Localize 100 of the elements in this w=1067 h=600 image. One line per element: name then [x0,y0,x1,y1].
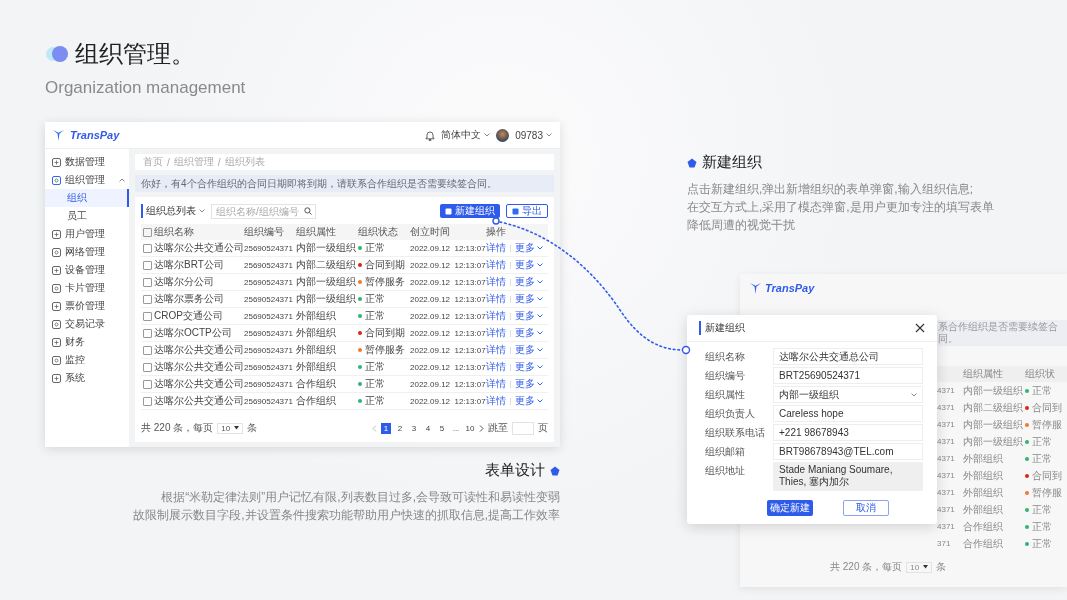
checkbox[interactable] [143,243,152,253]
more-link[interactable]: 更多 [515,275,543,289]
sidebar-item[interactable]: 网络管理 [45,243,129,261]
details-link[interactable]: 详情 [486,394,506,408]
page-button[interactable]: 5 [437,422,447,434]
status-text: 正常 [1032,383,1052,398]
details-link[interactable]: 详情 [486,241,506,255]
sidebar-item[interactable]: 监控 [45,351,129,369]
confirm-button[interactable]: 确定新建 [767,500,813,516]
circles-icon [45,45,69,63]
details-link[interactable]: 详情 [486,326,506,340]
page-button[interactable]: 1 [381,422,391,434]
more-link[interactable]: 更多 [515,309,543,323]
logo-icon [53,129,64,141]
square-icon [512,207,519,215]
checkbox[interactable] [143,396,152,406]
cancel-button[interactable]: 取消 [843,500,889,516]
table-cell-text: 合作组织 [963,519,1004,534]
table-cell-text: 25690524371 [244,345,294,355]
list-dropdown[interactable]: 组织总列表 [141,204,205,218]
search-icon[interactable] [304,207,312,215]
caret-icon [537,399,543,403]
checkbox[interactable] [143,227,152,237]
more-link[interactable]: 更多 [515,241,543,255]
more-link[interactable]: 更多 [515,377,543,391]
caret-icon [537,382,543,386]
export-button[interactable]: 导出 [506,204,548,218]
page-button[interactable]: ... [451,422,461,434]
details-link[interactable]: 详情 [486,360,506,374]
details-link[interactable]: 详情 [486,292,506,306]
status-text: 合同到期 [365,326,405,340]
details-link[interactable]: 详情 [486,343,506,357]
more-link[interactable]: 更多 [515,360,543,374]
user-menu[interactable]: 09783 [515,129,552,141]
status-text: 暂停服 [1032,417,1062,432]
checkbox[interactable] [143,260,152,270]
language-dropdown[interactable]: 简体中文 [441,128,491,142]
checkbox[interactable] [143,328,152,338]
next-icon[interactable] [479,424,484,432]
caret-icon [199,209,205,213]
create-button[interactable]: 新建组织 [440,204,500,218]
checkbox[interactable] [143,277,152,287]
table-cell-text: 4371 [937,403,956,412]
status-text: 正常 [365,309,385,323]
more-link[interactable]: 更多 [515,326,543,340]
checkbox[interactable] [143,362,152,372]
more-link[interactable]: 更多 [515,343,543,357]
jump-label: 跳至 [488,421,508,435]
status-text: 合同到期 [365,258,405,272]
sidebar-item[interactable]: 卡片管理 [45,279,129,297]
sidebar-item[interactable]: 票价管理 [45,297,129,315]
page-input[interactable] [512,421,534,435]
search-field[interactable]: 组织名称/组织编号 [211,203,316,219]
page-button[interactable]: 2 [395,422,405,434]
sidebar-item[interactable]: 组织管理 [45,171,129,189]
more-link[interactable]: 更多 [515,258,543,272]
sidebar-item[interactable]: 财务 [45,333,129,351]
details-link[interactable]: 详情 [486,275,506,289]
details-link[interactable]: 详情 [486,258,506,272]
input-field[interactable]: BRT98678943@TEL.com [773,443,923,460]
checkbox[interactable] [143,345,152,355]
page-button[interactable]: 3 [409,422,419,434]
sidebar-item[interactable]: 交易记录 [45,315,129,333]
table-cell-text: 内部一级组织 [963,417,1024,432]
sidebar-item[interactable]: 系统 [45,369,129,387]
input-field[interactable]: +221 98678943 [773,424,923,441]
field-label: 组织负责人 [705,407,756,421]
sidebar-item[interactable]: 用户管理 [45,225,129,243]
more-link[interactable]: 更多 [515,394,543,408]
bell-icon[interactable] [425,129,436,141]
sidebar-item[interactable]: 员工 [45,207,129,225]
sidebar-item[interactable]: 数据管理 [45,153,129,171]
input-field[interactable]: Careless hope [773,405,923,422]
close-icon[interactable] [915,323,925,333]
textarea-field[interactable]: Stade Maniang Soumare, Thies, 塞内加尔 [773,462,923,491]
status-text: 正常 [1032,434,1052,449]
table-cell: 2022.09.12 12:13:07 [410,294,486,304]
field-label: 组织编号 [705,369,746,383]
more-link[interactable]: 更多 [515,292,543,306]
checkbox[interactable] [143,379,152,389]
avatar-icon[interactable] [496,128,510,142]
input-field[interactable]: 达喀尔公共交通总公司 [773,348,923,365]
sidebar-item[interactable]: 组织 [45,189,129,207]
details-link[interactable]: 详情 [486,377,506,391]
column-header: 创立时间 [410,225,451,239]
details-link[interactable]: 详情 [486,309,506,323]
caret-icon [537,263,543,267]
column-header: 组织属性 [963,367,1004,381]
section-title: 表单设计 [485,461,545,480]
checkbox[interactable] [143,294,152,304]
input-field[interactable]: BRT25690524371 [773,367,923,384]
checkbox[interactable] [143,311,152,321]
table-cell-text: 外部组织 [296,360,337,374]
page-size-select[interactable]: 10 [906,561,933,573]
sidebar-item[interactable]: 设备管理 [45,261,129,279]
select-field[interactable]: 内部一级组织 [773,386,923,403]
page-button[interactable]: 4 [423,422,433,434]
table-cell-text: 25690524371 [244,328,294,338]
page-button[interactable]: 10 [465,422,475,434]
page-size-select[interactable]: 10 [217,422,244,434]
